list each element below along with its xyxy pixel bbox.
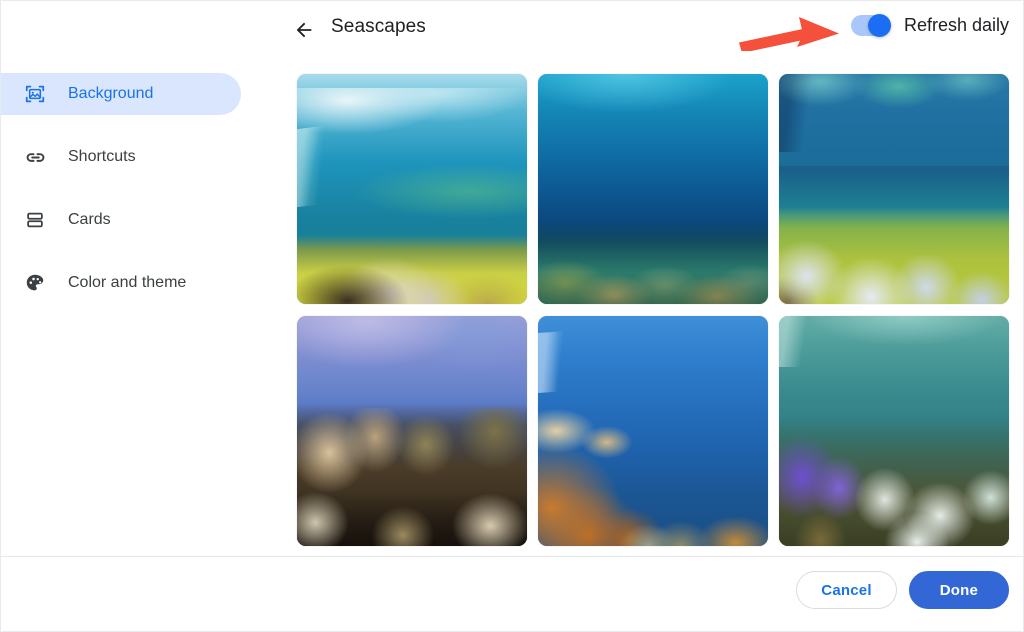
link-icon: [23, 145, 47, 169]
dialog-footer: Cancel Done: [1, 556, 1023, 631]
sidebar-item-cards[interactable]: Cards: [1, 199, 241, 241]
refresh-daily-label: Refresh daily: [903, 15, 1009, 35]
sidebar-item-label: Shortcuts: [68, 148, 136, 165]
image-frame-icon: [23, 82, 47, 106]
sidebar-item-label: Cards: [68, 211, 111, 228]
arrow-left-icon: [296, 22, 312, 38]
thumbnail-seascape-5[interactable]: [538, 316, 768, 546]
sidebar-item-background[interactable]: Background: [1, 73, 241, 115]
thumbnail-art: [297, 74, 527, 304]
thumbnail-art: [538, 316, 768, 546]
done-button[interactable]: Done: [908, 571, 1009, 609]
cancel-button[interactable]: Cancel: [796, 571, 897, 609]
refresh-daily-toggle[interactable]: [850, 14, 891, 37]
thumbnail-seascape-2[interactable]: [538, 74, 768, 304]
page-title: Seascapes: [331, 16, 426, 37]
thumbnail-seascape-4[interactable]: [297, 316, 527, 546]
back-button[interactable]: [289, 15, 319, 45]
thumbnail-seascape-6[interactable]: [779, 316, 1009, 546]
thumbnail-seascape-3[interactable]: [779, 74, 1009, 304]
thumbnail-art: [779, 316, 1009, 546]
dialog-header: Seascapes Refresh daily: [1, 1, 1023, 61]
annotation-arrow-icon: [739, 17, 839, 51]
background-gallery[interactable]: [273, 61, 1023, 556]
refresh-daily-control: Refresh daily: [850, 14, 1009, 37]
sidebar-item-shortcuts[interactable]: Shortcuts: [1, 136, 241, 178]
sidebar-item-label: Background: [68, 85, 154, 102]
palette-icon: [23, 271, 47, 295]
thumbnail-art: [779, 74, 1009, 304]
footer-actions: Cancel Done: [796, 571, 1009, 609]
sidebar: Background Shortcuts Cards Color and the…: [1, 61, 273, 556]
toggle-knob: [867, 14, 891, 37]
customize-chrome-dialog: Seascapes Refresh daily Background Short…: [0, 0, 1024, 632]
thumbnail-art: [297, 316, 527, 546]
sidebar-item-label: Color and theme: [68, 274, 187, 291]
thumbnail-grid: [273, 61, 1023, 556]
thumbnail-art: [538, 74, 768, 304]
cards-rows-icon: [23, 208, 47, 232]
thumbnail-seascape-1[interactable]: [297, 74, 527, 304]
sidebar-item-color-and-theme[interactable]: Color and theme: [1, 262, 241, 304]
